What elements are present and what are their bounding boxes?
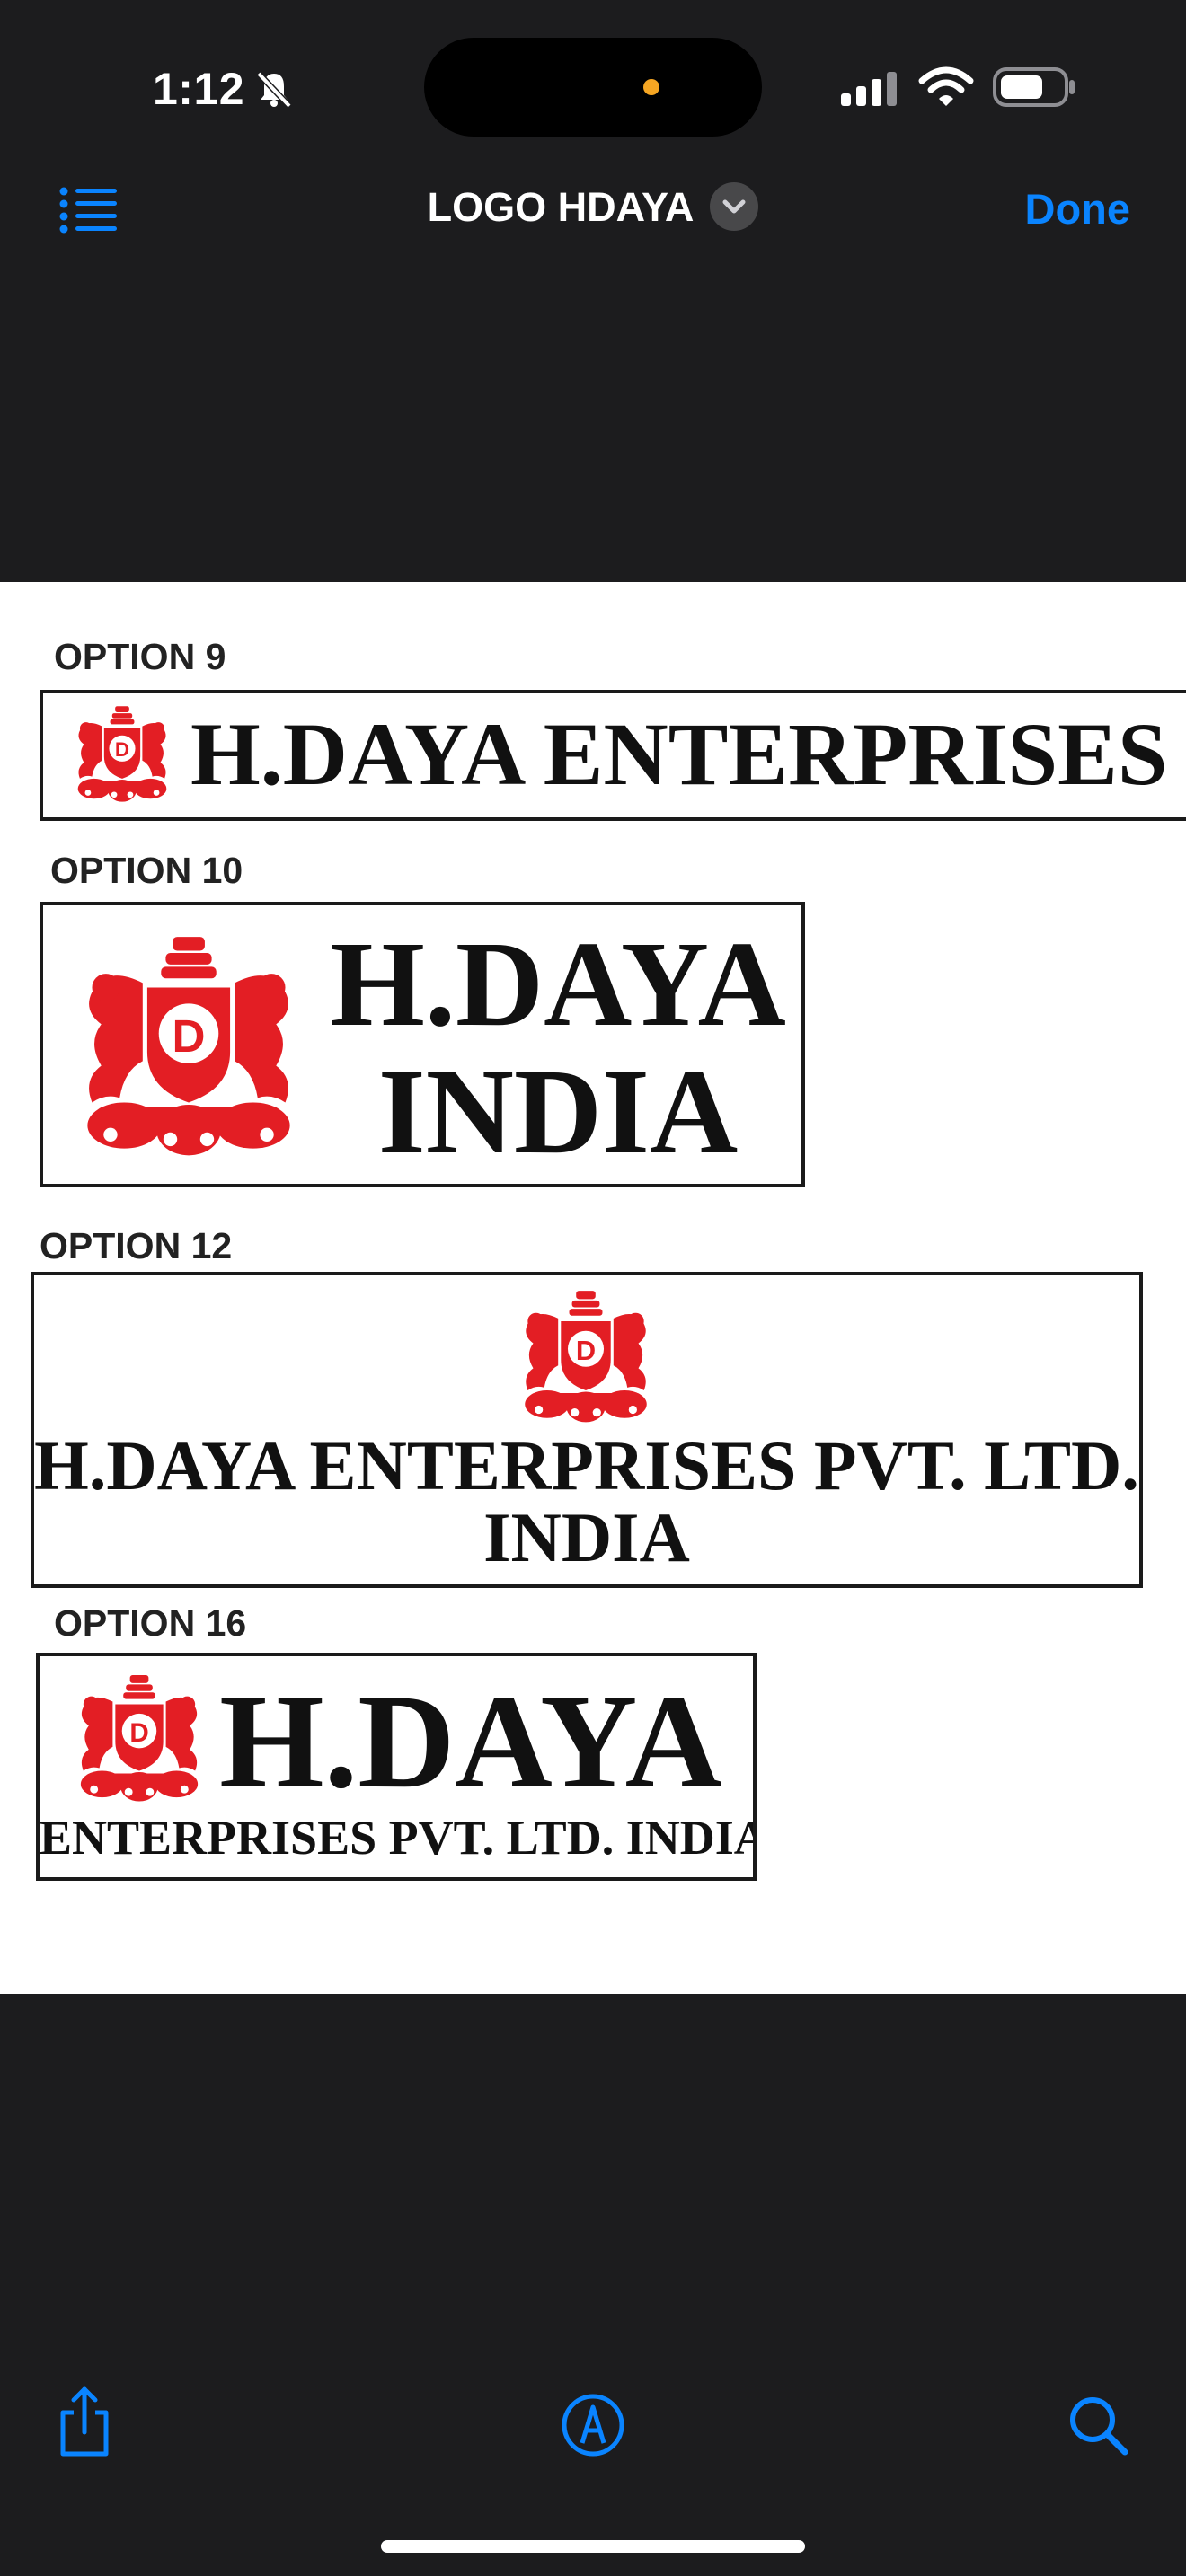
markup-icon[interactable] [561,2393,625,2457]
company-name: H.DAYA ENTERPRISES PVT. LTD. [190,704,1186,804]
done-button[interactable]: Done [1025,184,1131,234]
bell-slash-icon [253,68,295,110]
logo-option-16: H.DAYA ENTERPRISES PVT. LTD. INDIA [36,1653,757,1881]
share-icon[interactable] [56,2386,113,2457]
document-page[interactable]: OPTION 9 H.DAYA ENTERPRISES PVT. LTD. OP… [0,582,1186,1994]
logo-option-12: H.DAYA ENTERPRISES PVT. LTD. INDIA [31,1272,1143,1588]
emblem-logo [66,704,178,805]
company-name: H.DAYA [219,1667,722,1816]
wifi-icon [918,65,974,110]
emblem-logo [505,1288,667,1426]
search-icon[interactable] [1066,2393,1130,2457]
logo-option-9: H.DAYA ENTERPRISES PVT. LTD. [40,690,1186,821]
emblem-logo [56,932,322,1162]
company-name: H.DAYA ENTERPRISES PVT. LTD. [34,1426,1139,1504]
privacy-indicator [643,79,659,95]
document-title-menu[interactable]: LOGO HDAYA [0,182,1186,234]
company-name: H.DAYA [330,917,786,1052]
country-name: INDIA [483,1498,690,1576]
document-title: LOGO HDAYA [427,184,695,230]
option-label: OPTION 12 [40,1225,233,1266]
option-label: OPTION 9 [54,636,226,677]
logo-option-10: H.DAYA INDIA [40,902,805,1187]
status-time: 1:12 [153,64,245,114]
option-label: OPTION 10 [50,850,243,891]
country-name: INDIA [377,1045,739,1179]
battery-icon [992,66,1076,108]
home-indicator[interactable] [381,2540,805,2553]
company-subtitle: ENTERPRISES PVT. LTD. INDIA [40,1811,757,1865]
cellular-signal-icon [839,68,902,108]
chevron-down-icon[interactable] [710,182,759,232]
option-label: OPTION 16 [54,1602,247,1644]
emblem-logo [63,1672,216,1805]
dynamic-island [424,38,762,137]
